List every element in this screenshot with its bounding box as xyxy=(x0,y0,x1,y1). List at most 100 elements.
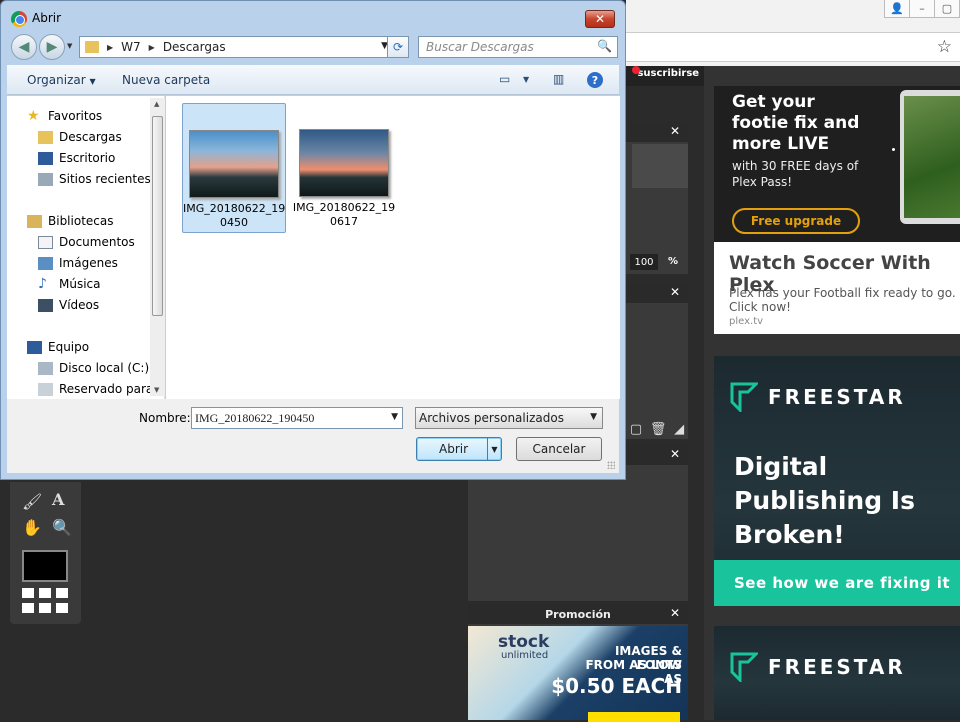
breadcrumb-item[interactable]: Descargas xyxy=(163,40,226,54)
search-icon[interactable]: 🔍 xyxy=(597,39,612,53)
text-tool-icon[interactable]: A xyxy=(52,490,64,509)
zoom-icon[interactable]: 🔍 xyxy=(52,518,72,537)
close-icon[interactable]: ✕ xyxy=(670,447,680,461)
chevron-down-icon[interactable]: ▼ xyxy=(523,75,529,84)
filename-value: IMG_20180622_190450 xyxy=(195,411,315,425)
desktop-icon xyxy=(38,151,53,165)
breadcrumb-separator[interactable]: ▶ xyxy=(149,43,155,52)
open-options-dropdown-icon[interactable]: ▼ xyxy=(487,438,501,460)
freestar-cta-button[interactable]: See how we are fixing it xyxy=(714,560,960,606)
resize-grip-icon[interactable] xyxy=(607,461,615,469)
tree-item-drive-c[interactable]: Disco local (C:) xyxy=(38,361,149,375)
close-icon[interactable]: ✕ xyxy=(670,285,680,299)
libraries-icon xyxy=(27,214,42,228)
folder-icon xyxy=(85,41,99,53)
stock-ad[interactable]: stock unlimited IMAGES & FONTS FROM AS L… xyxy=(468,626,688,722)
dialog-titlebar[interactable]: Abrir ✕ xyxy=(1,1,625,35)
scrollbar-thumb[interactable] xyxy=(152,116,163,316)
forward-arrow-icon[interactable]: ▶ xyxy=(39,34,65,60)
vertical-scrollbar[interactable]: ▲ ▼ xyxy=(150,98,165,396)
filetype-select[interactable]: Archivos personalizados ▼ xyxy=(415,407,603,429)
help-icon[interactable]: ? xyxy=(587,72,603,88)
panel-header: ✕ xyxy=(626,122,688,142)
downloads-folder-icon xyxy=(38,130,53,144)
address-bar[interactable]: ☆ xyxy=(626,32,960,62)
new-layer-icon[interactable]: ▢ xyxy=(630,422,642,437)
scroll-down-icon[interactable]: ▼ xyxy=(154,386,159,394)
scroll-up-icon[interactable]: ▲ xyxy=(154,100,159,108)
plex-ad-link[interactable]: plex.tv xyxy=(729,316,763,327)
tree-libraries[interactable]: Bibliotecas xyxy=(27,214,113,228)
file-item[interactable]: IMG_20180622_19 0450 xyxy=(182,103,286,233)
back-arrow-icon[interactable]: ◀ xyxy=(11,34,37,60)
file-item[interactable]: IMG_20180622_19 0617 xyxy=(292,103,396,233)
close-button[interactable]: ✕ xyxy=(585,10,615,28)
tree-libraries-label: Bibliotecas xyxy=(48,214,114,228)
tree-item-pictures[interactable]: Imágenes xyxy=(38,256,118,270)
color-swatch[interactable] xyxy=(22,550,68,582)
cancel-button[interactable]: Cancelar xyxy=(516,437,602,461)
trash-icon[interactable]: 🗑 xyxy=(650,422,667,437)
breadcrumb-separator[interactable]: ▶ xyxy=(107,43,113,52)
tree-item-music[interactable]: ♪ Música xyxy=(38,277,101,291)
profile-icon[interactable]: 👤 xyxy=(884,0,910,18)
freestar-ad[interactable]: FREESTAR Digital Publishing Is Broken! S… xyxy=(714,356,960,606)
close-icon[interactable]: ✕ xyxy=(670,124,680,138)
tree-item-label: Imágenes xyxy=(59,256,118,270)
computer-icon xyxy=(27,340,42,354)
bookmark-star-icon[interactable]: ☆ xyxy=(937,37,952,57)
open-button-label: Abrir xyxy=(439,442,469,456)
tree-item-videos[interactable]: Vídeos xyxy=(38,298,99,312)
soccer-image xyxy=(904,96,960,218)
open-file-dialog: Abrir ✕ ◀ ▶ ▼ ▶ W7 ▶ Descargas ▼ ⟳ Busca… xyxy=(0,0,626,480)
organize-menu[interactable]: Organizar ▼ xyxy=(27,73,96,87)
tree-computer[interactable]: Equipo xyxy=(27,340,89,354)
stock-ad-price: $0.50 EACH xyxy=(551,674,682,698)
minimize-icon[interactable]: – xyxy=(909,0,935,18)
tree-item-recent[interactable]: Sitios recientes xyxy=(38,172,151,186)
refresh-icon[interactable]: ⟳ xyxy=(387,36,409,58)
panel-header: ✕ xyxy=(626,283,688,303)
subscribe-link[interactable]: suscribirse xyxy=(637,68,699,79)
breadcrumb-item[interactable]: W7 xyxy=(121,40,141,54)
tree-item-documents[interactable]: Documentos xyxy=(38,235,135,249)
resize-icon[interactable]: ◢ xyxy=(674,422,684,437)
maximize-icon[interactable]: ▢ xyxy=(934,0,960,18)
search-input[interactable]: Buscar Descargas 🔍 xyxy=(418,36,618,58)
file-name-line: 0617 xyxy=(330,215,358,228)
stock-ad-button[interactable] xyxy=(588,712,680,722)
window-controls: 👤 – ▢ xyxy=(884,0,960,20)
filename-input[interactable]: IMG_20180622_190450 ▼ xyxy=(191,407,403,429)
hand-icon[interactable]: ✋ xyxy=(22,518,42,537)
new-folder-button[interactable]: Nueva carpeta xyxy=(122,73,210,87)
close-icon[interactable]: ✕ xyxy=(670,606,680,620)
grid-icon[interactable] xyxy=(22,588,68,614)
tree-item-reserved[interactable]: Reservado para e xyxy=(38,382,150,396)
open-button[interactable]: Abrir ▼ xyxy=(416,437,502,461)
zoom-input[interactable]: 100 xyxy=(630,254,658,270)
navigation-pane: ★ Favoritos Descargas Escritorio Sitios r… xyxy=(7,96,165,399)
drive-icon xyxy=(38,361,53,375)
tree-item-downloads[interactable]: Descargas xyxy=(38,130,122,144)
freestar-mark-icon xyxy=(730,382,758,412)
chevron-down-icon: ▼ xyxy=(89,77,96,86)
history-dropdown-icon[interactable]: ▼ xyxy=(67,42,72,50)
file-list: IMG_20180622_19 0450 IMG_20180622_19 061… xyxy=(166,96,620,399)
plex-ad-banner: Get your footie fix and more LIVE with 3… xyxy=(714,86,960,242)
dialog-title: Abrir xyxy=(32,11,62,25)
breadcrumb[interactable]: ▶ W7 ▶ Descargas ▼ xyxy=(79,36,393,58)
plex-ad[interactable]: Get your footie fix and more LIVE with 3… xyxy=(714,86,960,334)
file-name-line: IMG_20180622_19 xyxy=(183,202,286,215)
plex-upgrade-button[interactable]: Free upgrade xyxy=(732,208,860,234)
brush-icon[interactable]: 🖌 xyxy=(22,492,42,511)
view-icon[interactable]: ▭ xyxy=(499,72,510,86)
stock-logo-sub: unlimited xyxy=(501,650,549,661)
tree-favorites[interactable]: ★ Favoritos xyxy=(27,109,102,123)
tree-item-desktop[interactable]: Escritorio xyxy=(38,151,115,165)
chevron-down-icon[interactable]: ▼ xyxy=(391,412,398,422)
tree-item-label: Documentos xyxy=(59,235,135,249)
videos-icon xyxy=(38,298,53,312)
freestar-ad-2[interactable]: FREESTAR xyxy=(714,626,960,720)
tree-item-label: Música xyxy=(59,277,101,291)
preview-pane-icon[interactable]: ▥ xyxy=(553,72,564,86)
